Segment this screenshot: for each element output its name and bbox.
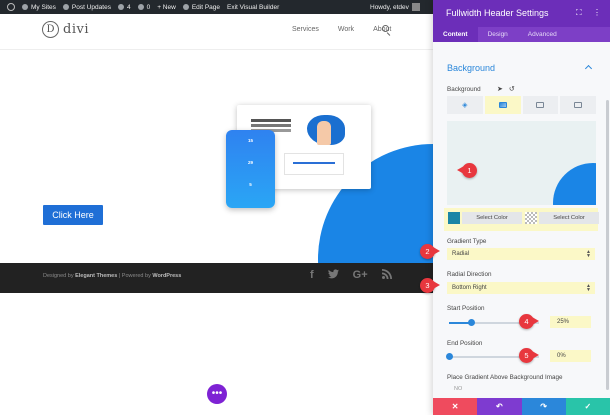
phone-stat: 29 (247, 160, 253, 165)
wordpress-logo-icon[interactable] (7, 3, 15, 11)
phone-stat: 5 (249, 182, 252, 187)
logo-mark: D (42, 21, 59, 38)
main-nav: Services Work About (292, 26, 410, 33)
social-icons: f G+ (310, 269, 406, 282)
click-here-button[interactable]: Click Here (43, 205, 103, 225)
end-position-input[interactable]: 0% (550, 350, 591, 362)
panel-header: Fullwidth Header Settings ⛶ ⋮ (433, 0, 610, 27)
rss-icon[interactable] (381, 269, 392, 282)
bg-type-gradient[interactable] (484, 96, 521, 114)
bg-type-image[interactable] (522, 96, 559, 114)
radial-direction-select[interactable]: Bottom Right ▲ ▼ (447, 282, 595, 294)
panel-tabs: Content Design Advanced (433, 27, 610, 42)
undo-button[interactable]: ↶ (477, 398, 522, 415)
panel-menu-icon[interactable]: ⋮ (593, 8, 601, 17)
background-type-tabs: ◈ (447, 96, 596, 114)
tab-design[interactable]: Design (478, 27, 518, 42)
comments-link[interactable]: 0 (137, 4, 150, 11)
annotation-badge-4: 4 (519, 314, 539, 329)
fullwidth-header: 15 29 5 Click Here (0, 51, 433, 263)
undo-icon: ↶ (496, 402, 503, 411)
facebook-icon[interactable]: f (310, 269, 314, 282)
tab-advanced[interactable]: Advanced (518, 27, 567, 42)
background-section-title[interactable]: Background (447, 63, 595, 73)
fullscreen-icon[interactable]: ⛶ (576, 8, 582, 18)
comment-icon (137, 4, 144, 10)
image-icon (536, 102, 545, 108)
cancel-button[interactable]: ✕ (433, 398, 478, 415)
my-sites-link[interactable]: My Sites (22, 4, 56, 11)
paint-bucket-icon: ◈ (462, 102, 468, 109)
select-start-color-button[interactable]: Select Color (462, 212, 522, 224)
end-position-slider-handle[interactable] (445, 353, 453, 360)
bg-type-color[interactable]: ◈ (447, 96, 483, 114)
video-icon (574, 102, 583, 108)
annotation-badge-5: 5 (519, 348, 539, 363)
background-label: Background (447, 86, 481, 93)
nav-link-work[interactable]: Work (338, 26, 354, 33)
refresh-icon (117, 4, 124, 10)
panel-title: Fullwidth Header Settings (446, 8, 549, 18)
panel-scrollbar[interactable] (606, 100, 609, 390)
select-end-color-button[interactable]: Select Color (539, 212, 599, 224)
end-color-swatch[interactable] (525, 212, 537, 224)
save-button[interactable]: ✓ (565, 398, 610, 415)
annotation-badge-3: 3 (420, 278, 440, 293)
exit-builder-link[interactable]: Exit Visual Builder (227, 4, 279, 11)
phone-mockup-image: 15 29 5 (226, 130, 275, 208)
updates-link[interactable]: 4 (117, 4, 131, 11)
redo-button[interactable]: ↷ (521, 398, 566, 415)
edit-page-link[interactable]: Edit Page (182, 4, 220, 11)
site-header: D divi Services Work About (0, 14, 433, 50)
search-icon[interactable] (382, 25, 389, 32)
radial-direction-label: Radial Direction (447, 271, 492, 278)
page-settings-dots-button[interactable]: ••• (207, 384, 227, 404)
nav-link-services[interactable]: Services (292, 26, 319, 33)
new-content-link[interactable]: + New (157, 4, 176, 11)
start-position-label: Start Position (447, 305, 485, 312)
account-menu[interactable]: Howdy, etdev (370, 0, 420, 14)
logo-wordmark: divi (63, 22, 89, 37)
annotation-badge-2: 2 (420, 244, 440, 259)
redo-icon: ↷ (540, 402, 547, 411)
place-gradient-toggle[interactable]: NO (454, 386, 462, 392)
google-plus-icon[interactable]: G+ (353, 269, 368, 282)
start-color-swatch[interactable] (448, 212, 460, 224)
gradient-type-label: Gradient Type (447, 238, 487, 245)
annotation-badge-1: 1 (457, 163, 477, 178)
select-arrows-icon: ▲ ▼ (586, 283, 591, 293)
site-logo[interactable]: D divi (42, 21, 89, 38)
phone-stat: 15 (247, 138, 253, 143)
sites-icon (22, 4, 28, 10)
start-position-input[interactable]: 25% (550, 316, 591, 328)
select-arrows-icon: ▲ ▼ (586, 249, 591, 259)
wordpress-link[interactable]: WordPress (152, 273, 181, 279)
footer-credits: Designed by Elegant Themes | Powered by … (43, 273, 182, 279)
site-footer: Designed by Elegant Themes | Powered by … (0, 263, 433, 293)
edit-icon (182, 4, 189, 10)
place-gradient-label: Place Gradient Above Background Image (447, 374, 563, 381)
elegant-themes-link[interactable]: Elegant Themes (75, 273, 117, 279)
gradient-preview-circle (553, 163, 596, 205)
gradient-color-pickers: Select Color Select Color (444, 208, 599, 231)
background-label-icons: ➤ ↺ (497, 85, 515, 93)
close-icon: ✕ (451, 402, 459, 411)
end-position-label: End Position (447, 340, 483, 347)
bg-type-video[interactable] (560, 96, 596, 114)
cursor-icon: ➤ (497, 86, 503, 93)
gradient-type-select[interactable]: Radial ▲ ▼ (447, 248, 595, 260)
checkmark-icon: ✓ (584, 402, 592, 411)
avatar (411, 3, 420, 11)
panel-footer-actions: ✕ ↶ ↷ ✓ (433, 398, 610, 415)
twitter-icon[interactable] (327, 269, 339, 282)
post-updates-link[interactable]: Post Updates (62, 4, 111, 11)
start-position-slider-handle[interactable] (468, 319, 475, 326)
gradient-icon (498, 102, 507, 108)
reset-icon[interactable]: ↺ (509, 85, 515, 93)
home-icon (62, 4, 69, 10)
tab-content[interactable]: Content (433, 27, 478, 42)
